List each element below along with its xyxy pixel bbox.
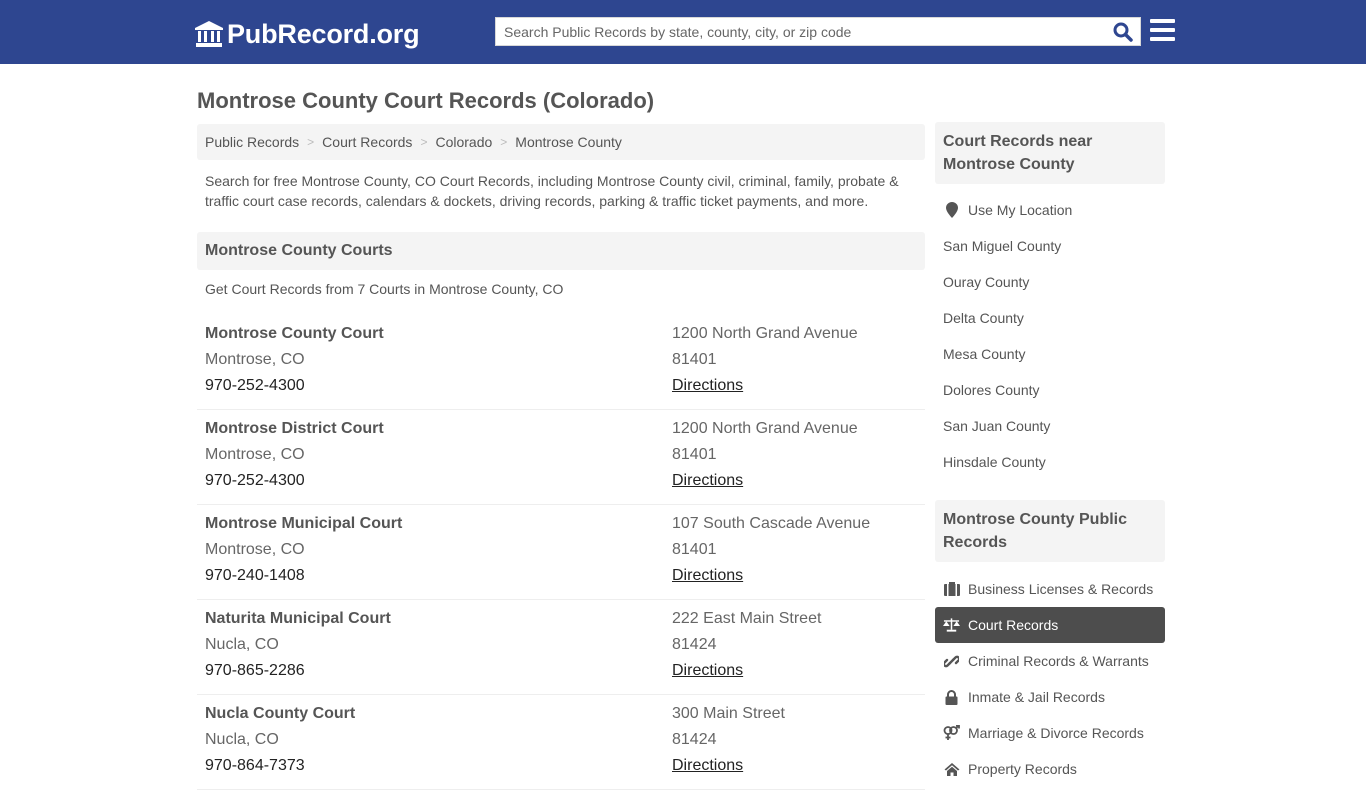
- intro-text: Search for free Montrose County, CO Cour…: [205, 173, 899, 209]
- top-navbar: PubRecord.org: [0, 0, 1366, 64]
- sidebar-item-marriage-records[interactable]: Marriage & Divorce Records: [935, 715, 1165, 751]
- breadcrumb-public-records[interactable]: Public Records: [205, 134, 299, 150]
- court-row: Naturita Municipal Court Nucla, CO 970-8…: [197, 600, 925, 695]
- courts-section-heading: Montrose County Courts: [197, 232, 925, 270]
- sidebar-item-label: Property Records: [968, 761, 1077, 777]
- menu-bar-icon: [1150, 28, 1175, 32]
- court-phone[interactable]: 970-865-2286: [205, 658, 391, 684]
- sidebar-item-criminal-records[interactable]: Criminal Records & Warrants: [935, 643, 1165, 679]
- sidebar-nearby: Court Records near Montrose County Use M…: [935, 122, 1165, 480]
- nearby-county-link[interactable]: San Juan County: [935, 408, 1165, 444]
- court-row: Montrose Municipal Court Montrose, CO 97…: [197, 505, 925, 600]
- court-name[interactable]: Nucla County Court: [205, 701, 355, 727]
- nearby-county-link[interactable]: Dolores County: [935, 372, 1165, 408]
- court-city: Montrose, CO: [205, 351, 305, 368]
- use-my-location-link[interactable]: Use My Location: [935, 192, 1165, 228]
- directions-link[interactable]: Directions: [672, 377, 743, 394]
- court-name[interactable]: Montrose District Court: [205, 416, 384, 442]
- court-address: 1200 North Grand Avenue: [672, 420, 858, 437]
- breadcrumb-court-records[interactable]: Court Records: [322, 134, 412, 150]
- balance-scale-icon: [943, 617, 960, 633]
- search-box: [495, 17, 1141, 46]
- court-name[interactable]: Naturita Municipal Court: [205, 606, 391, 632]
- lock-icon: [943, 689, 960, 705]
- court-zip: 81401: [672, 446, 717, 463]
- court-phone[interactable]: 970-252-4300: [205, 468, 384, 494]
- map-marker-icon: [943, 202, 960, 218]
- court-city: Nucla, CO: [205, 636, 279, 653]
- nearby-county-link[interactable]: Mesa County: [935, 336, 1165, 372]
- court-row: Montrose District Court Montrose, CO 970…: [197, 410, 925, 505]
- court-zip: 81401: [672, 541, 717, 558]
- court-address: 222 East Main Street: [672, 610, 822, 627]
- court-phone[interactable]: 970-240-1408: [205, 563, 402, 589]
- breadcrumb: Public Records > Court Records > Colorad…: [197, 124, 925, 160]
- sidebar-item-court-records[interactable]: Court Records: [935, 607, 1165, 643]
- court-address: 300 Main Street: [672, 705, 785, 722]
- directions-link[interactable]: Directions: [672, 662, 743, 679]
- sidebar-nearby-heading: Court Records near Montrose County: [935, 122, 1165, 184]
- menu-bar-icon: [1150, 37, 1175, 41]
- court-zip: 81424: [672, 731, 717, 748]
- site-logo[interactable]: PubRecord.org: [195, 17, 420, 51]
- logo-text: PubRecord.org: [227, 19, 420, 49]
- directions-link[interactable]: Directions: [672, 567, 743, 584]
- court-name[interactable]: Montrose Municipal Court: [205, 511, 402, 537]
- breadcrumb-separator: >: [307, 135, 315, 149]
- sidebar-item-business-licenses[interactable]: Business Licenses & Records: [935, 571, 1165, 607]
- sidebar-item-label: Marriage & Divorce Records: [968, 725, 1144, 741]
- hamburger-menu-button[interactable]: [1150, 19, 1175, 41]
- nearby-county-link[interactable]: San Miguel County: [935, 228, 1165, 264]
- menu-bar-icon: [1150, 19, 1175, 23]
- court-phone[interactable]: 970-252-4300: [205, 373, 384, 399]
- directions-link[interactable]: Directions: [672, 757, 743, 774]
- home-icon: [943, 761, 960, 777]
- courthouse-icon: [195, 21, 223, 47]
- nearby-county-link[interactable]: Hinsdale County: [935, 444, 1165, 480]
- courts-list: Montrose County Court Montrose, CO 970-2…: [197, 315, 925, 790]
- court-row: Nucla County Court Nucla, CO 970-864-737…: [197, 695, 925, 790]
- court-name[interactable]: Montrose County Court: [205, 321, 384, 347]
- briefcase-icon: [943, 581, 960, 597]
- search-icon: [1113, 22, 1133, 42]
- directions-link[interactable]: Directions: [672, 472, 743, 489]
- sidebar-item-property-records[interactable]: Property Records: [935, 751, 1165, 787]
- page-title: Montrose County Court Records (Colorado): [197, 88, 655, 113]
- court-address: 107 South Cascade Avenue: [672, 515, 871, 532]
- link-icon: [943, 653, 960, 669]
- nearby-county-link[interactable]: Delta County: [935, 300, 1165, 336]
- court-city: Nucla, CO: [205, 731, 279, 748]
- sidebar-item-label: Inmate & Jail Records: [968, 689, 1105, 705]
- court-zip: 81424: [672, 636, 717, 653]
- sidebar-item-inmate-records[interactable]: Inmate & Jail Records: [935, 679, 1165, 715]
- sidebar-item-label: Business Licenses & Records: [968, 581, 1154, 597]
- court-phone[interactable]: 970-864-7373: [205, 753, 355, 779]
- use-my-location-label: Use My Location: [968, 202, 1073, 218]
- sidebar-public-records-heading: Montrose County Public Records: [935, 500, 1165, 562]
- court-address: 1200 North Grand Avenue: [672, 325, 858, 342]
- court-city: Montrose, CO: [205, 446, 305, 463]
- venus-mars-icon: [943, 725, 960, 741]
- breadcrumb-montrose-county[interactable]: Montrose County: [515, 134, 622, 150]
- sidebar-item-label: Court Records: [968, 617, 1059, 633]
- sidebar-item-label: Criminal Records & Warrants: [968, 653, 1149, 669]
- nearby-county-link[interactable]: Ouray County: [935, 264, 1165, 300]
- sidebar-public-records: Montrose County Public Records Business …: [935, 500, 1165, 787]
- breadcrumb-separator: >: [420, 135, 428, 149]
- courts-section-subheading: Get Court Records from 7 Courts in Montr…: [205, 281, 564, 297]
- breadcrumb-colorado[interactable]: Colorado: [435, 134, 492, 150]
- court-city: Montrose, CO: [205, 541, 305, 558]
- breadcrumb-separator: >: [500, 135, 508, 149]
- court-row: Montrose County Court Montrose, CO 970-2…: [197, 315, 925, 410]
- court-zip: 81401: [672, 351, 717, 368]
- search-button[interactable]: [1110, 20, 1136, 44]
- search-input[interactable]: [496, 18, 1106, 45]
